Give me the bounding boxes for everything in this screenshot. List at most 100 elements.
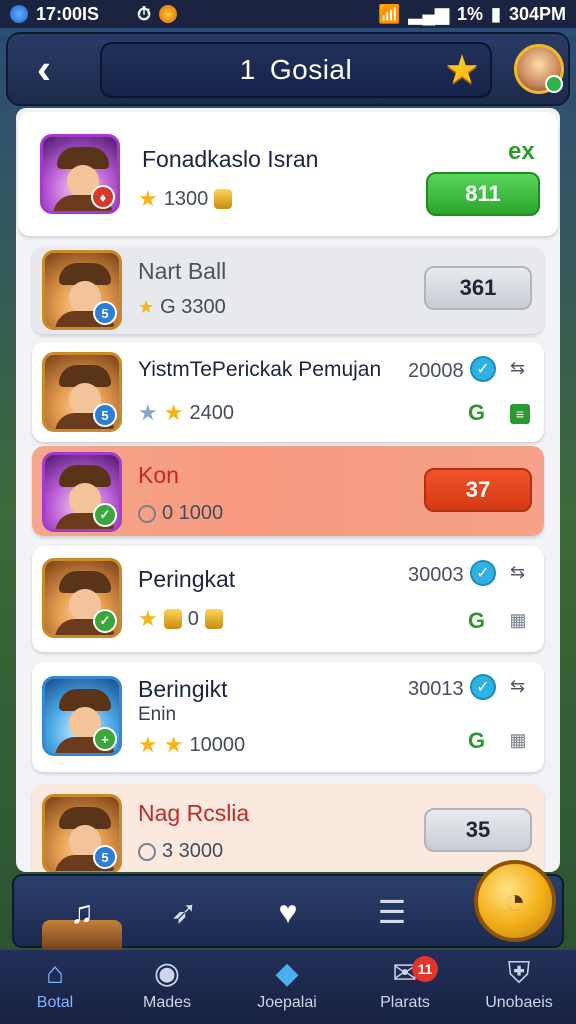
coin-icon (214, 189, 233, 209)
status-time-left: 17:00IS (36, 3, 100, 24)
check-icon: ✓ (470, 674, 496, 700)
score-button[interactable]: 361 (424, 266, 532, 310)
chevron-left-icon: ‹ (37, 45, 51, 92)
leaf-icon[interactable]: ➶ (164, 892, 204, 932)
status-bar: 17:00IS ⏱ 📶 ▂▄▆ 1% ▮ 304PM (0, 0, 576, 28)
rank-badge-icon: 5 (93, 845, 117, 869)
player-stat: ★ 1300 (138, 186, 233, 212)
player-stat: ★ ★ 2400 (138, 400, 234, 426)
avatar[interactable] (514, 44, 564, 94)
title-text: Gosial (269, 54, 353, 85)
star-icon: ★ (138, 297, 155, 317)
player-portrait: + (42, 676, 122, 756)
player-name: Nart Ball (138, 258, 227, 284)
player-portrait: ✓ (42, 558, 122, 638)
player-stat: ★ ★ 10000 (138, 732, 245, 758)
coin-icon (204, 609, 223, 629)
stat-value: 0 1000 (162, 502, 224, 524)
music-icon[interactable]: ♫ (62, 892, 102, 932)
leaderboard-list[interactable]: ♦ Fonadkaslo Isran ★ 1300 ex 811 5 Nart … (16, 108, 560, 872)
coin-swirl-icon: ◔ (504, 880, 526, 921)
nav-label: Mades (142, 994, 192, 1011)
player-subtitle: Enin (138, 704, 177, 725)
rank-badge-icon: ✓ (93, 609, 117, 633)
score-button[interactable]: 35 (424, 808, 532, 852)
nav-label: Joepalai (257, 994, 317, 1011)
g-icon[interactable]: G (468, 728, 485, 754)
list-item[interactable]: 5 Nag Rcslia 3 3000 35 (32, 784, 544, 872)
wifi-icon: 📶 (378, 3, 401, 24)
player-name: Fonadkaslo Isran (142, 146, 319, 172)
list-item[interactable]: ♦ Fonadkaslo Isran ★ 1300 ex 811 (18, 112, 558, 236)
nav-label: Plarats (380, 994, 430, 1011)
star-icon: ★ (138, 732, 158, 757)
list-item[interactable]: 5 YistmTePerickak Pemujan ★ ★ 2400 20008… (32, 342, 544, 442)
check-icon: ✓ (470, 356, 496, 382)
grid-icon[interactable]: ≡ (510, 404, 530, 424)
coin-icon (163, 609, 182, 629)
g-icon[interactable]: G (468, 400, 485, 426)
app-icon (10, 5, 28, 23)
rank-badge-icon: 5 (93, 301, 117, 325)
player-stat: ★ 0 (138, 606, 223, 632)
nav-label: Unobaeis (485, 994, 553, 1011)
list-item[interactable]: + Beringikt Enin ★ ★ 10000 30013 ✓ ⇆ G ▦ (32, 662, 544, 772)
menu-icon[interactable]: ☰ (372, 892, 412, 932)
home-icon: ⌂ (45, 957, 65, 990)
grid-icon[interactable]: ▦ (508, 610, 528, 630)
stat-value: 0 (187, 607, 199, 630)
g-icon[interactable]: G (468, 608, 485, 634)
player-name: Nag Rcslia (138, 800, 250, 826)
player-name: Peringkat (138, 566, 236, 592)
stat-value: 2400 (189, 401, 234, 424)
nav-item-mades[interactable]: ◉ Mades (112, 954, 222, 1024)
level-number: 1 (239, 54, 256, 85)
player-stat: 0 1000 (138, 502, 223, 525)
player-portrait: 5 (42, 352, 122, 432)
ex-badge: ex (508, 138, 535, 165)
nav-item-botal[interactable]: ⌂ Botal (0, 954, 110, 1024)
score-value: 30003 (408, 564, 464, 586)
bottom-nav: ⌂ Botal ◉ Mades ◆ Joepalai ✉ Plarats 11 … (0, 950, 576, 1024)
status-time-right: 304PM (508, 3, 566, 24)
battery-icon: ▮ (491, 3, 501, 24)
nav-item-joepalai[interactable]: ◆ Joepalai (232, 954, 342, 1024)
rank-badge-icon: 5 (93, 403, 117, 427)
profile-icon: ◉ (153, 957, 181, 990)
list-item[interactable]: ✓ Peringkat ★ 0 30003 ✓ ⇆ G ▦ (32, 546, 544, 652)
share-icon[interactable]: ⇆ (510, 676, 525, 697)
heart-icon[interactable]: ♥ (268, 892, 308, 932)
share-icon[interactable]: ⇆ (510, 562, 525, 583)
star-icon[interactable]: ★ (440, 48, 484, 92)
stat-value: G 3300 (160, 296, 226, 318)
gold-action-button[interactable]: ◔ (474, 860, 556, 942)
score-button[interactable]: 811 (426, 172, 540, 216)
star-icon: ★ (138, 606, 158, 631)
cube-icon: ◆ (275, 957, 299, 990)
rank-badge-icon: ✓ (93, 503, 117, 527)
alarm-icon: ⏱ (137, 3, 152, 24)
grid-icon[interactable]: ▦ (508, 730, 528, 750)
nav-item-unobaeis[interactable]: ⛨ Unobaeis (464, 954, 574, 1024)
star-icon: ★ (163, 732, 184, 757)
list-item[interactable]: 5 Nart Ball ★ G 3300 361 (32, 246, 544, 334)
player-portrait: ✓ (42, 452, 122, 532)
check-icon: ✓ (470, 560, 496, 586)
battery-level: 1% (457, 3, 484, 24)
star-icon: ★ (138, 400, 158, 425)
score-button[interactable]: 37 (424, 468, 532, 512)
signal-icon: ▂▄▆ (408, 3, 450, 24)
back-button[interactable]: ‹ (14, 39, 74, 99)
player-name: YistmTePerickak Pemujan (138, 358, 382, 381)
nav-label: Botal (36, 994, 74, 1011)
notification-icon (159, 5, 178, 23)
nav-item-plarats[interactable]: ✉ Plarats 11 (350, 954, 460, 1024)
page-title: 1 Gosial (100, 42, 492, 98)
list-item[interactable]: ✓ Kon 0 1000 37 (32, 446, 544, 536)
online-badge-icon (545, 75, 563, 93)
stat-value: 1300 (163, 187, 209, 210)
player-name: Beringikt (138, 676, 228, 702)
share-icon[interactable]: ⇆ (510, 358, 525, 379)
player-portrait: 5 (42, 794, 122, 872)
shield-icon: ⛨ (507, 957, 531, 990)
